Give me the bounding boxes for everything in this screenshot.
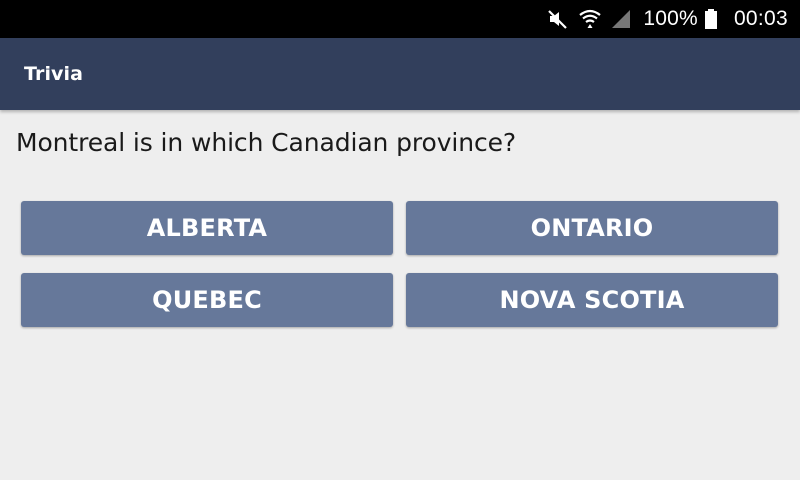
- answer-button-nova-scotia[interactable]: NOVA SCOTIA: [406, 273, 778, 327]
- app-title: Trivia: [24, 63, 84, 85]
- battery-percent: 100%: [643, 7, 698, 30]
- mute-icon: [545, 0, 571, 38]
- answer-button-quebec[interactable]: QUEBEC: [21, 273, 393, 327]
- answer-button-alberta[interactable]: ALBERTA: [21, 201, 393, 255]
- status-bar: 100% 00:03: [0, 0, 800, 38]
- signal-icon: [609, 0, 633, 38]
- status-clock: 00:03: [733, 7, 788, 30]
- wifi-icon: [577, 0, 603, 38]
- battery-icon: [704, 0, 718, 38]
- question-text: Montreal is in which Canadian province?: [16, 128, 517, 157]
- answer-button-ontario[interactable]: ONTARIO: [406, 201, 778, 255]
- app-bar: Trivia: [0, 38, 800, 110]
